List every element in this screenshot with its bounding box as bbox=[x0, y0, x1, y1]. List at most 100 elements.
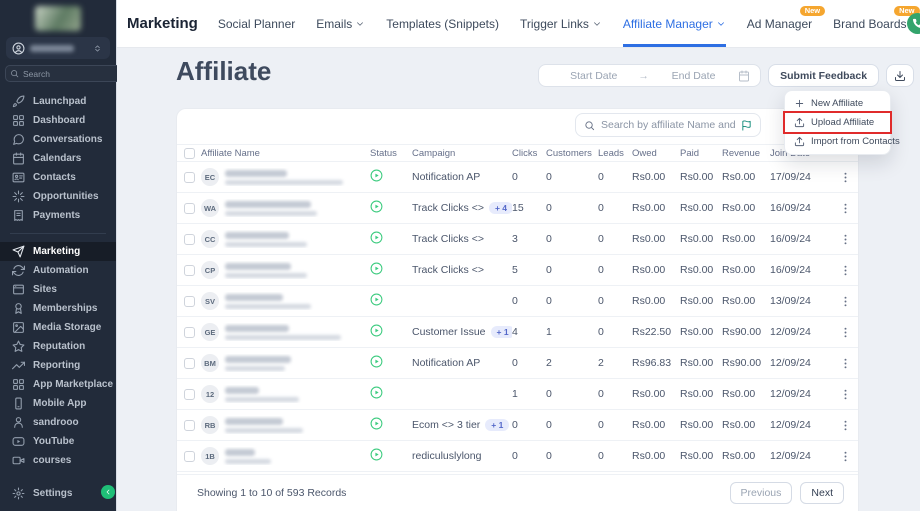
row-actions-menu-icon[interactable] bbox=[839, 202, 852, 215]
tab-label: Trigger Links bbox=[520, 17, 589, 31]
image-icon bbox=[12, 321, 25, 334]
row-actions-menu-icon[interactable] bbox=[839, 295, 852, 308]
row-checkbox[interactable] bbox=[184, 358, 195, 369]
customers-cell: 0 bbox=[546, 202, 598, 214]
next-button[interactable]: Next bbox=[800, 482, 844, 504]
status-active-icon[interactable] bbox=[370, 448, 383, 461]
sidebar-item-memberships[interactable]: Memberships bbox=[0, 299, 116, 318]
name-redacted bbox=[225, 294, 283, 301]
status-active-icon[interactable] bbox=[370, 293, 383, 306]
checkbox-cell bbox=[177, 265, 201, 276]
affiliate-search-input[interactable] bbox=[601, 119, 735, 131]
row-checkbox[interactable] bbox=[184, 389, 195, 400]
sidebar-item-courses[interactable]: courses bbox=[0, 451, 116, 470]
status-active-icon[interactable] bbox=[370, 231, 383, 244]
menu-item-new-affiliate[interactable]: New Affiliate bbox=[785, 94, 890, 113]
checkbox-cell bbox=[177, 358, 201, 369]
sidebar-collapse-button[interactable] bbox=[101, 485, 115, 499]
tab-ad-manager[interactable]: Ad ManagerNew bbox=[747, 0, 812, 47]
column-header-status: Status bbox=[370, 148, 412, 159]
sidebar-item-payments[interactable]: Payments bbox=[0, 206, 116, 225]
phone-icon bbox=[912, 18, 920, 29]
tab-templates-snippets[interactable]: Templates (Snippets) bbox=[386, 0, 499, 47]
sidebar-item-contacts[interactable]: Contacts bbox=[0, 168, 116, 187]
sidebar-item-settings[interactable]: Settings bbox=[0, 484, 116, 503]
sidebar-item-label: courses bbox=[33, 455, 71, 466]
start-date-field[interactable]: Start Date bbox=[549, 70, 638, 82]
row-actions-menu-icon[interactable] bbox=[839, 357, 852, 370]
sidebar-item-opportunities[interactable]: Opportunities bbox=[0, 187, 116, 206]
status-active-icon[interactable] bbox=[370, 324, 383, 337]
menu-item-import-from-contacts[interactable]: Import from Contacts bbox=[785, 132, 890, 151]
status-active-icon[interactable] bbox=[370, 355, 383, 368]
menu-item-upload-affiliate[interactable]: Upload Affiliate bbox=[785, 113, 890, 132]
row-checkbox[interactable] bbox=[184, 172, 195, 183]
campaign-name: Track Clicks <> bbox=[412, 264, 484, 276]
status-cell bbox=[370, 386, 412, 402]
sidebar-item-sandrooo[interactable]: sandrooo bbox=[0, 413, 116, 432]
revenue-cell: Rs0.00 bbox=[722, 171, 770, 183]
row-actions-menu-icon[interactable] bbox=[839, 388, 852, 401]
account-switcher[interactable] bbox=[6, 37, 110, 59]
row-actions-menu-icon[interactable] bbox=[839, 171, 852, 184]
email-redacted bbox=[225, 304, 311, 309]
tab-affiliate-manager[interactable]: Affiliate Manager bbox=[623, 0, 726, 47]
sidebar-item-mobile-app[interactable]: Mobile App bbox=[0, 394, 116, 413]
export-button[interactable] bbox=[886, 64, 914, 87]
topbar-actions: ? TU bbox=[907, 13, 920, 34]
actions-cell bbox=[832, 419, 858, 432]
checkbox-cell bbox=[177, 327, 201, 338]
row-actions-menu-icon[interactable] bbox=[839, 450, 852, 463]
row-checkbox[interactable] bbox=[184, 296, 195, 307]
sidebar-item-marketing[interactable]: Marketing bbox=[0, 242, 116, 261]
sidebar-item-media-storage[interactable]: Media Storage bbox=[0, 318, 116, 337]
tab-social-planner[interactable]: Social Planner bbox=[218, 0, 295, 47]
affiliate-name-cell: CC bbox=[201, 230, 370, 248]
row-checkbox[interactable] bbox=[184, 420, 195, 431]
row-checkbox[interactable] bbox=[184, 265, 195, 276]
sidebar-item-calendars[interactable]: Calendars bbox=[0, 149, 116, 168]
row-checkbox[interactable] bbox=[184, 203, 195, 214]
date-range-picker[interactable]: Start Date → End Date bbox=[538, 64, 761, 87]
checkbox-cell bbox=[177, 389, 201, 400]
sidebar-item-automation[interactable]: Automation bbox=[0, 261, 116, 280]
row-actions-menu-icon[interactable] bbox=[839, 419, 852, 432]
paid-cell: Rs0.00 bbox=[680, 419, 722, 431]
select-all-checkbox[interactable] bbox=[184, 148, 195, 159]
status-active-icon[interactable] bbox=[370, 169, 383, 182]
row-checkbox[interactable] bbox=[184, 451, 195, 462]
actions-cell bbox=[832, 233, 858, 246]
chat-icon bbox=[12, 133, 25, 146]
tab-trigger-links[interactable]: Trigger Links bbox=[520, 0, 602, 47]
column-header-leads: Leads bbox=[598, 148, 632, 159]
row-checkbox[interactable] bbox=[184, 327, 195, 338]
status-active-icon[interactable] bbox=[370, 417, 383, 430]
sidebar-item-reporting[interactable]: Reporting bbox=[0, 356, 116, 375]
sidebar-item-launchpad[interactable]: Launchpad bbox=[0, 92, 116, 111]
row-checkbox[interactable] bbox=[184, 234, 195, 245]
chevrons-up-down-icon bbox=[91, 44, 104, 53]
status-active-icon[interactable] bbox=[370, 200, 383, 213]
end-date-field[interactable]: End Date bbox=[649, 70, 738, 82]
trend-icon bbox=[12, 359, 25, 372]
avatar: CC bbox=[201, 230, 219, 248]
sidebar-item-youtube[interactable]: YouTube bbox=[0, 432, 116, 451]
tab-emails[interactable]: Emails bbox=[316, 0, 365, 47]
row-actions-menu-icon[interactable] bbox=[839, 233, 852, 246]
sidebar-item-reputation[interactable]: Reputation bbox=[0, 337, 116, 356]
status-active-icon[interactable] bbox=[370, 262, 383, 275]
affiliate-search[interactable] bbox=[575, 113, 761, 137]
submit-feedback-button[interactable]: Submit Feedback bbox=[768, 64, 879, 87]
status-active-icon[interactable] bbox=[370, 386, 383, 399]
row-actions-menu-icon[interactable] bbox=[839, 264, 852, 277]
sidebar-item-app-marketplace[interactable]: App Marketplace bbox=[0, 375, 116, 394]
row-actions-menu-icon[interactable] bbox=[839, 326, 852, 339]
customers-cell: 0 bbox=[546, 419, 598, 431]
sidebar-item-conversations[interactable]: Conversations bbox=[0, 130, 116, 149]
email-redacted bbox=[225, 397, 299, 402]
sidebar-item-dashboard[interactable]: Dashboard bbox=[0, 111, 116, 130]
tab-brand-boards[interactable]: Brand BoardsNew bbox=[833, 0, 906, 47]
phone-button[interactable] bbox=[907, 13, 920, 34]
previous-button[interactable]: Previous bbox=[730, 482, 793, 504]
sidebar-item-sites[interactable]: Sites bbox=[0, 280, 116, 299]
